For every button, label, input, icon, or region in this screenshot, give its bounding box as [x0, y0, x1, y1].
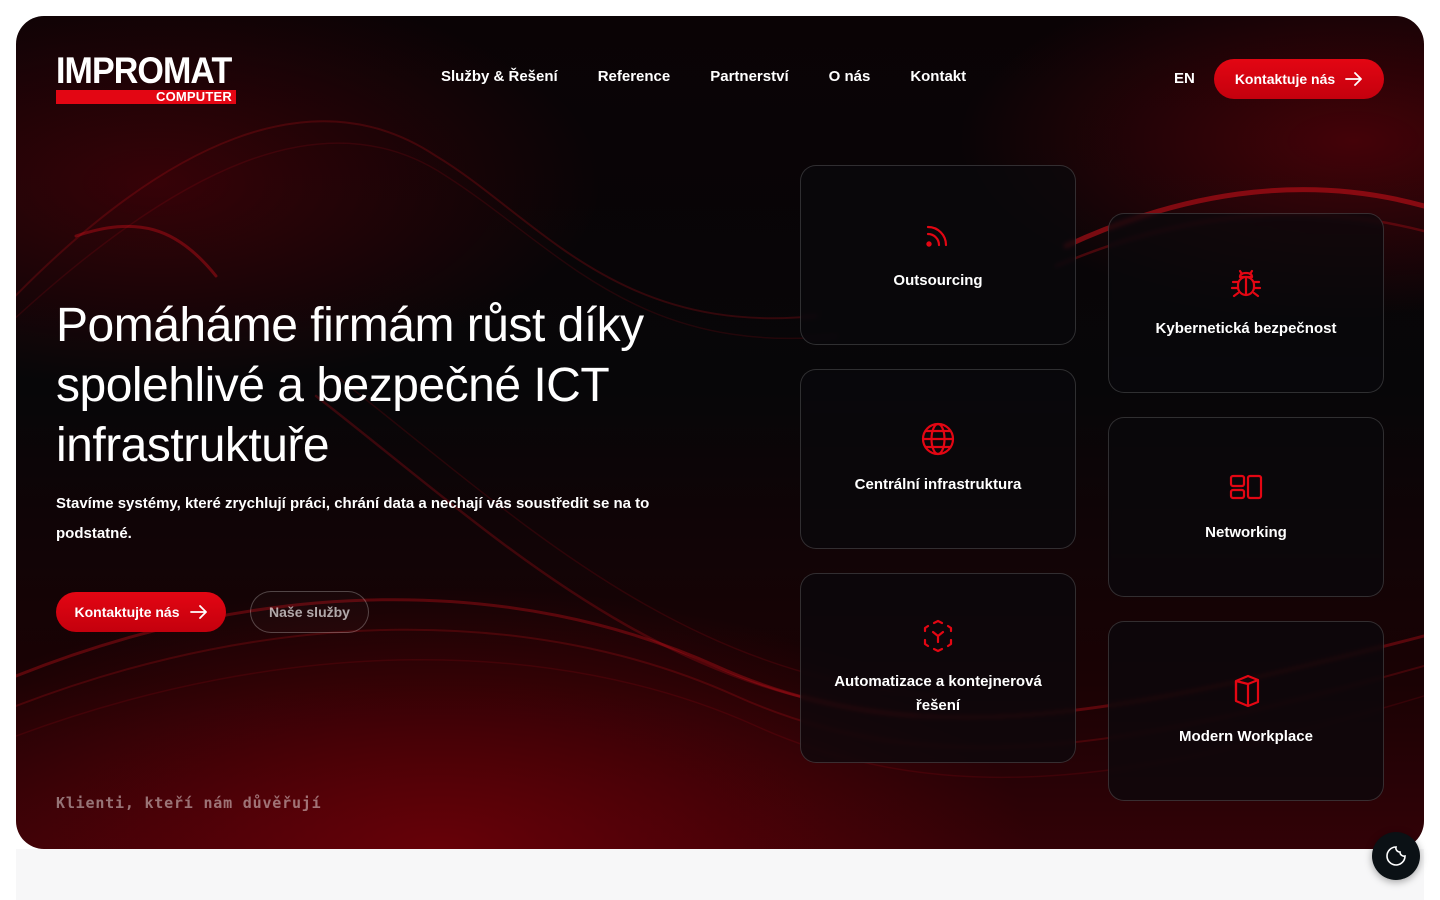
- hero-contact-label: Kontaktujte nás: [74, 604, 180, 620]
- language-switch[interactable]: EN: [1174, 70, 1195, 87]
- logo[interactable]: IMPROMAT COMPUTER: [56, 50, 236, 106]
- service-card-modern-workplace[interactable]: Modern Workplace: [1108, 621, 1384, 801]
- main-nav: Služby & Řešení Reference Partnerství O …: [441, 68, 966, 85]
- service-card-automation[interactable]: Automatizace a kontejnerová řešení: [800, 573, 1076, 763]
- hero-subtext: Stavíme systémy, které zrychlují práci, …: [56, 495, 650, 542]
- nav-item-partnership[interactable]: Partnerství: [710, 68, 788, 85]
- card-label: Outsourcing: [893, 272, 983, 289]
- rss-icon: [920, 217, 956, 253]
- next-section: [16, 849, 1424, 900]
- globe-icon: [920, 421, 956, 457]
- hero-headline: Pomáháme firmám růst díky spolehlivé a b…: [56, 299, 644, 472]
- container-icon: [920, 618, 956, 654]
- hero-section: IMPROMAT COMPUTER Služby & Řešení Refere…: [16, 16, 1424, 849]
- header-contact-button[interactable]: Kontaktuje nás: [1214, 59, 1384, 99]
- logo-subtitle: COMPUTER: [56, 90, 236, 104]
- card-label: Automatizace a kontejnerová řešení: [834, 673, 1042, 714]
- card-label: Modern Workplace: [1179, 728, 1313, 745]
- layout-icon: [1228, 469, 1264, 505]
- service-card-central-infrastructure[interactable]: Centrální infrastruktura: [800, 369, 1076, 549]
- office-icon: [1228, 673, 1264, 709]
- nav-item-about[interactable]: O nás: [829, 68, 871, 85]
- hero-contact-button[interactable]: Kontaktujte nás: [56, 592, 226, 632]
- cookie-settings-button[interactable]: [1372, 832, 1420, 880]
- card-label: Centrální infrastruktura: [854, 476, 1022, 493]
- services-button[interactable]: Naše služby: [250, 591, 369, 633]
- card-label: Kybernetická bezpečnost: [1155, 320, 1337, 337]
- clients-label: Klienti, kteří nám důvěřují: [56, 794, 322, 812]
- nav-item-reference[interactable]: Reference: [598, 68, 671, 85]
- header-contact-label: Kontaktuje nás: [1234, 71, 1336, 87]
- service-card-outsourcing[interactable]: Outsourcing: [800, 165, 1076, 345]
- nav-item-contact[interactable]: Kontakt: [910, 68, 966, 85]
- cookie-icon: [1386, 846, 1406, 866]
- nav-item-services[interactable]: Služby & Řešení: [441, 68, 558, 85]
- arrow-right-icon: [1345, 72, 1363, 86]
- card-label: Networking: [1205, 524, 1287, 541]
- arrow-right-icon: [189, 605, 207, 619]
- service-card-networking[interactable]: Networking: [1108, 417, 1384, 597]
- service-card-cybersecurity[interactable]: Kybernetická bezpečnost: [1108, 213, 1384, 393]
- logo-wordmark: IMPROMAT: [56, 50, 232, 91]
- bug-icon: [1228, 265, 1264, 301]
